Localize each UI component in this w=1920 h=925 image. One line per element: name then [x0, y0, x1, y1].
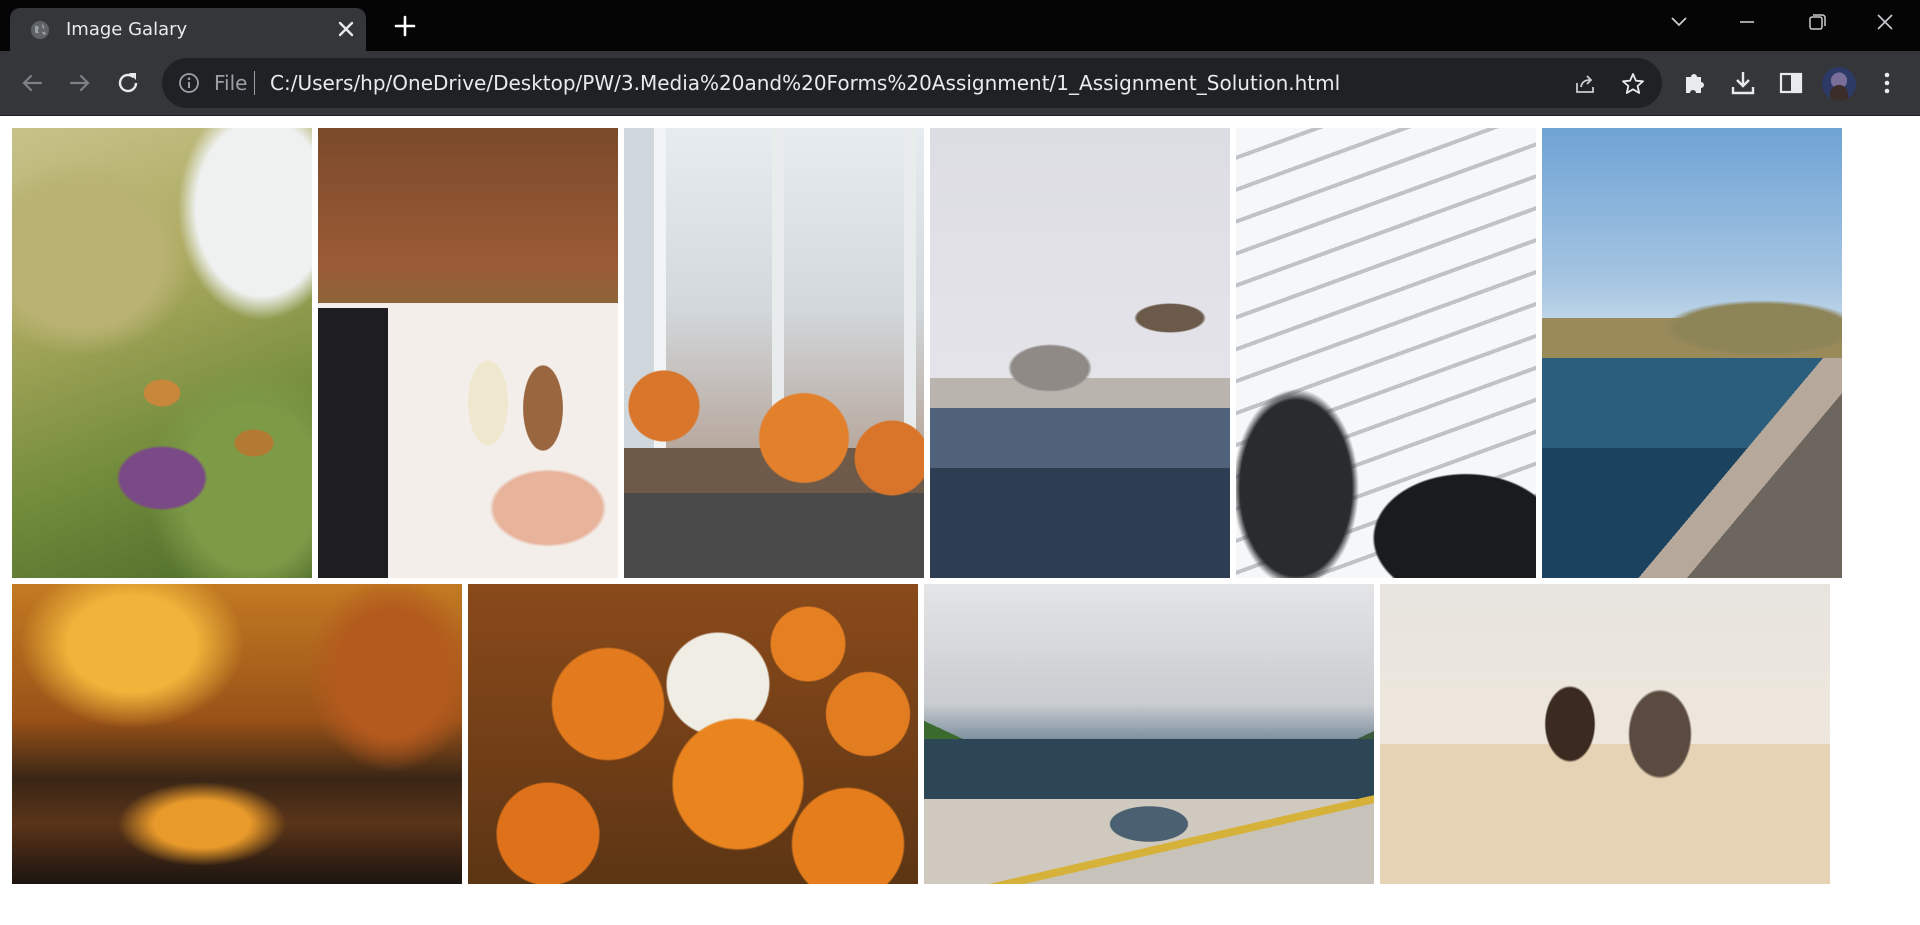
restore-icon[interactable] — [1800, 10, 1832, 34]
url-text[interactable]: C:/Users/hp/OneDrive/Desktop/PW/3.Media%… — [270, 71, 1340, 95]
omnibox-separator — [254, 71, 255, 95]
photo-pumpkin-patch — [468, 584, 918, 884]
photo-butterflies — [12, 128, 312, 578]
plus-icon[interactable] — [393, 14, 417, 38]
image-gallery — [0, 117, 1920, 925]
star-icon[interactable] — [1620, 71, 1646, 97]
tab-strip: Image Galary — [0, 0, 1920, 51]
back-arrow-icon[interactable] — [17, 68, 47, 98]
photo-seagulls — [930, 128, 1230, 578]
address-bar[interactable]: File C:/Users/hp/OneDrive/Desktop/PW/3.M… — [162, 58, 1662, 108]
globe-icon — [31, 21, 49, 39]
photo-pumpkins-window — [624, 128, 924, 578]
download-icon[interactable] — [1728, 68, 1758, 98]
photo-coastal-town — [1542, 128, 1842, 578]
forward-arrow-icon[interactable] — [65, 68, 95, 98]
reload-icon[interactable] — [113, 68, 143, 98]
omnibox-scheme-label: File — [214, 71, 248, 95]
photo-architecture — [1236, 128, 1536, 578]
photo-autumn-lake — [12, 584, 462, 884]
side-panel-icon[interactable] — [1776, 68, 1806, 98]
avatar[interactable] — [1822, 67, 1856, 101]
share-icon[interactable] — [1572, 71, 1598, 97]
close-icon[interactable] — [1869, 10, 1901, 34]
chevron-down-icon[interactable] — [1663, 10, 1695, 34]
photo-fjord — [924, 584, 1374, 884]
tab-title: Image Galary — [66, 19, 188, 40]
kebab-menu-icon[interactable] — [1872, 68, 1902, 98]
browser-toolbar: File C:/Users/hp/OneDrive/Desktop/PW/3.M… — [0, 51, 1920, 116]
close-icon[interactable] — [336, 19, 356, 39]
photo-coffee-laptop — [318, 128, 618, 578]
browser-tab[interactable]: Image Galary — [10, 8, 366, 51]
puzzle-icon[interactable] — [1680, 68, 1710, 98]
photo-horse-riders — [1380, 584, 1830, 884]
info-icon[interactable] — [178, 72, 200, 94]
minimize-icon[interactable] — [1731, 10, 1763, 34]
